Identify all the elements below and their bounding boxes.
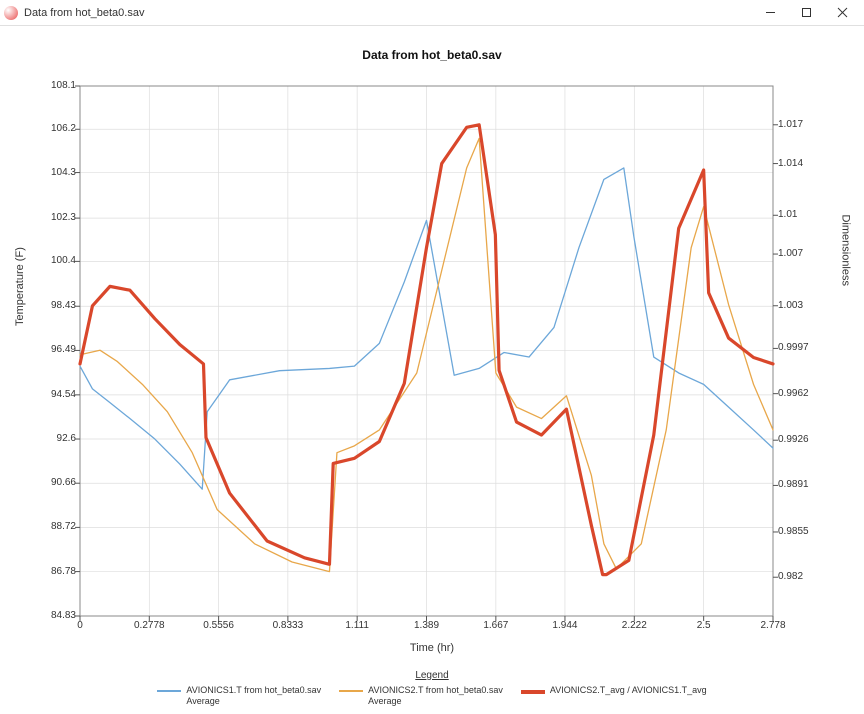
y-right-tick: 0.982 — [778, 571, 818, 582]
y-right-tick: 1.01 — [778, 209, 818, 220]
y-left-tick: 96.49 — [36, 344, 76, 355]
y-right-tick: 1.007 — [778, 248, 818, 259]
x-tick: 2.222 — [614, 620, 654, 631]
legend-label: AVIONICS1.T from hot_beta0.savAverage — [186, 685, 321, 707]
x-tick: 1.389 — [407, 620, 447, 631]
y-left-tick: 100.4 — [36, 255, 76, 266]
y-left-tick: 94.54 — [36, 389, 76, 400]
chart-plot — [80, 86, 773, 616]
legend-title: Legend — [0, 670, 864, 681]
y-left-tick: 102.3 — [36, 212, 76, 223]
maximize-button[interactable] — [788, 1, 824, 25]
legend-label: AVIONICS2.T from hot_beta0.savAverage — [368, 685, 503, 707]
y-left-tick: 106.2 — [36, 123, 76, 134]
close-button[interactable] — [824, 1, 860, 25]
x-tick: 1.111 — [337, 620, 377, 631]
x-tick: 0.2778 — [129, 620, 169, 631]
x-tick: 2.5 — [684, 620, 724, 631]
y-left-tick: 108.1 — [36, 80, 76, 91]
y-left-tick: 98.43 — [36, 300, 76, 311]
x-axis-label: Time (hr) — [0, 642, 864, 654]
y-left-tick: 104.3 — [36, 167, 76, 178]
x-tick: 0.8333 — [268, 620, 308, 631]
y-left-tick: 90.66 — [36, 477, 76, 488]
y-right-tick: 0.9962 — [778, 388, 818, 399]
x-tick: 0 — [60, 620, 100, 631]
minimize-button[interactable] — [752, 1, 788, 25]
y-right-tick: 1.014 — [778, 158, 818, 169]
y-right-tick: 1.017 — [778, 119, 818, 130]
chart-title: Data from hot_beta0.sav — [0, 48, 864, 62]
y-left-tick: 92.6 — [36, 433, 76, 444]
y-right-tick: 0.9891 — [778, 479, 818, 490]
legend: Legend AVIONICS1.T from hot_beta0.savAve… — [0, 670, 864, 707]
y-axis-left-label: Temperature (F) — [14, 247, 26, 326]
x-tick: 1.667 — [476, 620, 516, 631]
x-tick: 0.5556 — [199, 620, 239, 631]
legend-swatch — [521, 690, 545, 694]
window-titlebar: Data from hot_beta0.sav — [0, 0, 864, 26]
legend-swatch — [339, 690, 363, 692]
y-left-tick: 86.78 — [36, 566, 76, 577]
x-tick: 1.944 — [545, 620, 585, 631]
chart-area: Data from hot_beta0.sav Temperature (F) … — [0, 26, 864, 714]
legend-item: AVIONICS2.T_avg / AVIONICS1.T_avg — [521, 685, 707, 696]
y-right-tick: 0.9997 — [778, 342, 818, 353]
legend-swatch — [157, 690, 181, 692]
legend-row: AVIONICS1.T from hot_beta0.savAverage AVI… — [0, 685, 864, 707]
window-title: Data from hot_beta0.sav — [24, 7, 752, 19]
y-right-tick: 0.9926 — [778, 434, 818, 445]
x-tick: 2.778 — [753, 620, 793, 631]
y-left-tick: 88.72 — [36, 521, 76, 532]
app-icon — [4, 6, 18, 20]
legend-label: AVIONICS2.T_avg / AVIONICS1.T_avg — [550, 685, 707, 696]
y-right-tick: 1.003 — [778, 300, 818, 311]
legend-item: AVIONICS1.T from hot_beta0.savAverage — [157, 685, 321, 707]
y-right-tick: 0.9855 — [778, 526, 818, 537]
legend-item: AVIONICS2.T from hot_beta0.savAverage — [339, 685, 503, 707]
y-axis-right-label: Dimensionless — [840, 214, 852, 286]
